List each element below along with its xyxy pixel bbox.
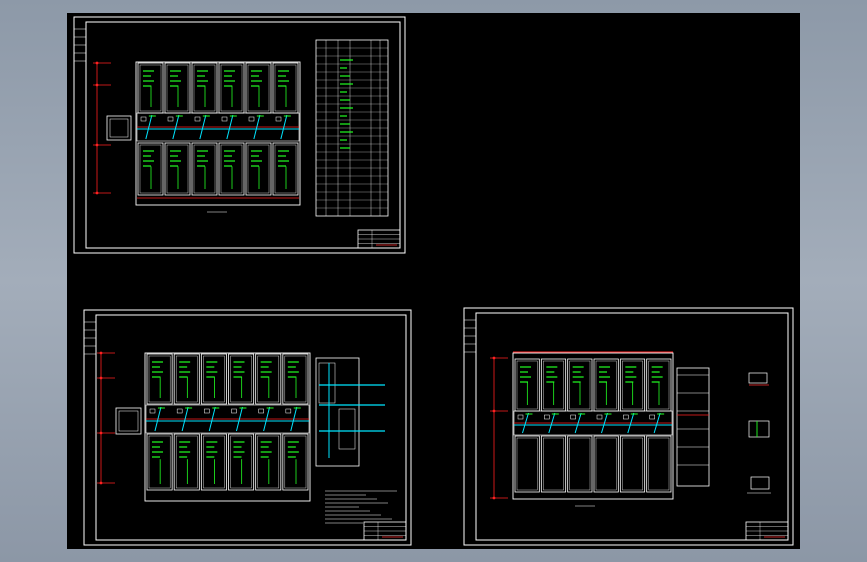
sheet-bottom-right-south-room-inner: [516, 437, 538, 491]
sheet-bottom-left-south-room-inner: [284, 435, 307, 489]
sheet-bottom-right-fixture: [517, 414, 524, 420]
sheet-bottom-right-fixture: [570, 414, 576, 420]
sheet-bottom-right-axis-dot: [492, 409, 496, 413]
sheet-top-left-axis-dot: [95, 61, 99, 65]
sheet-top-left-fixture: [167, 116, 174, 122]
sheet-bottom-left-south-room-inner: [257, 435, 280, 489]
sheet-bottom-left-entrance-inner: [118, 410, 139, 432]
sheet-bottom-right-fixture: [596, 414, 603, 420]
sheet-top-left-fixture: [221, 116, 228, 122]
sheet-top-left-fixture: [194, 116, 201, 122]
sheet-top-left-outer-border: [73, 16, 406, 254]
sheet-bottom-right-south-room: [540, 435, 567, 493]
sheet-bottom-left-core: [315, 357, 360, 467]
sheet-bottom-left-north-room-inner: [148, 355, 171, 403]
sheet-bottom-right-fixture: [649, 414, 655, 420]
sheet-top-left-north-room-inner: [166, 64, 189, 112]
sheet-bottom-left-fixture: [231, 408, 237, 414]
sheet-bottom-left-south-room-inner: [230, 435, 252, 489]
sheet-bottom-right-building: [512, 352, 674, 500]
sheet-top-left-south-room-inner: [220, 144, 243, 194]
sheet-top-left-axis-dot: [95, 191, 99, 195]
sheet-bottom-right-detail: [750, 476, 770, 490]
sheet-bottom-right: [463, 307, 794, 546]
drawing-canvas[interactable]: [67, 13, 800, 549]
sheet-top-left-south-room-inner: [166, 144, 189, 194]
sheet-bottom-right-south-room: [646, 435, 672, 493]
sheet-bottom-left-outer-border: [83, 309, 412, 546]
sheet-bottom-right-detail: [748, 372, 768, 384]
sheet-top-left-entrance: [106, 115, 132, 141]
sheet-top-left-north-room-inner: [274, 64, 297, 112]
sheet-bottom-left-building: [144, 352, 311, 502]
sheet-bottom-left-entrance: [115, 407, 142, 435]
sheet-bottom-right-south-room-inner: [622, 437, 643, 491]
sheet-top-left-fixture: [275, 116, 282, 122]
sheet-bottom-right-inner-border: [475, 312, 789, 541]
sheet-bottom-left-axis-dot: [99, 481, 103, 485]
sheet-bottom-right-fixture: [544, 414, 550, 420]
sheet-bottom-left: [83, 309, 412, 546]
sheet-bottom-right-detail: [748, 420, 770, 438]
sheet-top-left: [73, 16, 406, 254]
sheet-bottom-right-south-room: [514, 435, 540, 493]
sheet-top-left-south-room-inner: [193, 144, 216, 194]
sheet-bottom-left-axis-dot: [99, 431, 103, 435]
sheet-bottom-left-north-room-inner: [230, 355, 252, 403]
sheet-bottom-left-north-room-inner: [284, 355, 307, 403]
sheet-bottom-left-fixture: [285, 408, 292, 414]
sheet-bottom-right-south-room-inner: [595, 437, 617, 491]
sheet-bottom-right-south-room-inner: [648, 437, 670, 491]
sheet-bottom-right-south-room-inner: [543, 437, 564, 491]
sheet-bottom-left-south-room-inner: [203, 435, 225, 489]
sheet-bottom-right-axis-dot: [492, 496, 496, 500]
sheet-bottom-right-south-room-inner: [569, 437, 591, 491]
sheet-bottom-right-south-room: [593, 435, 619, 493]
sheet-bottom-left-south-room-inner: [148, 435, 171, 489]
sheet-bottom-right-south-room: [567, 435, 593, 493]
sheet-bottom-left-north-room-inner: [203, 355, 225, 403]
sheet-bottom-right-south-room: [619, 435, 646, 493]
sheet-bottom-left-core-room: [338, 408, 356, 450]
sheet-bottom-left-fixture: [176, 408, 183, 414]
sheet-bottom-left-axis-dot: [99, 351, 103, 355]
sheet-top-left-south-room-inner: [247, 144, 270, 194]
sheet-bottom-left-core-room: [318, 362, 336, 404]
sheet-top-left-axis-dot: [95, 83, 99, 87]
sheet-bottom-right-fixture: [623, 414, 629, 420]
sheet-top-left-building: [135, 61, 301, 206]
sheet-top-left-north-room-inner: [247, 64, 270, 112]
sheet-bottom-left-north-room-inner: [257, 355, 280, 403]
sheet-top-left-north-room-inner: [139, 64, 162, 112]
sheet-top-left-south-room-inner: [274, 144, 297, 194]
sheet-bottom-left-fixture: [204, 408, 210, 414]
sheet-top-left-fixture: [248, 116, 255, 122]
sheet-top-left-north-room-inner: [220, 64, 243, 112]
sheet-bottom-left-inner-border: [95, 314, 407, 541]
sheet-top-left-south-room-inner: [139, 144, 162, 194]
sheet-top-left-axis-dot: [95, 143, 99, 147]
cad-drawing: [73, 16, 794, 546]
sheet-top-left-north-room-inner: [193, 64, 216, 112]
sheet-bottom-left-south-room-inner: [175, 435, 198, 489]
sheet-bottom-left-north-room-inner: [175, 355, 198, 403]
sheet-top-left-fixture: [140, 116, 147, 122]
sheet-bottom-left-fixture: [258, 408, 264, 414]
sheet-bottom-right-axis-dot: [492, 356, 496, 360]
sheet-bottom-left-fixture: [149, 408, 156, 414]
sheet-bottom-right-core: [676, 367, 710, 487]
sheet-top-left-entrance-inner: [109, 118, 129, 138]
sheet-bottom-left-axis-dot: [99, 376, 103, 380]
